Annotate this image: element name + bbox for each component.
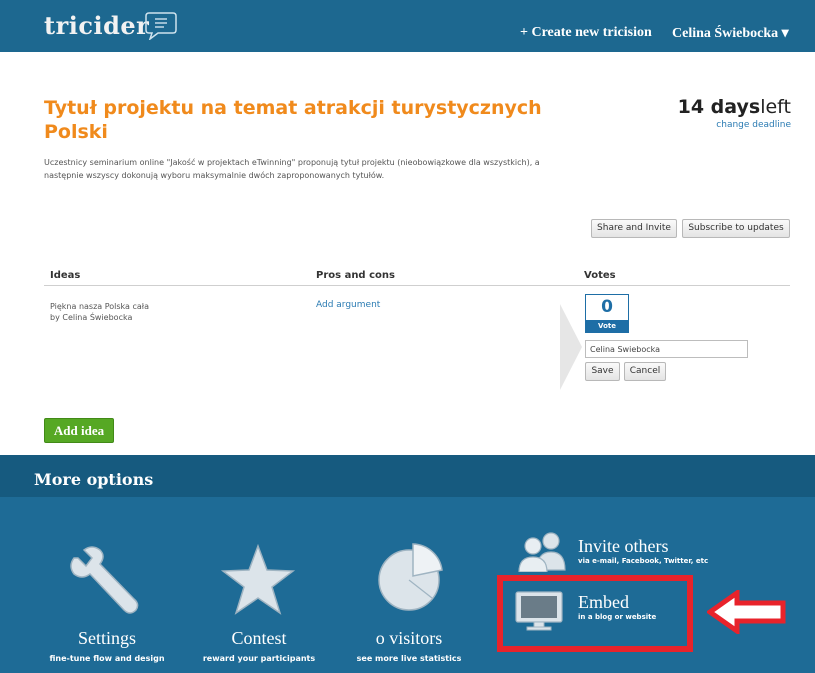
highlight-box	[497, 575, 693, 652]
vote-button[interactable]: 0 Vote	[585, 294, 629, 333]
logo[interactable]: tricider	[44, 11, 149, 40]
days-suffix: left	[760, 96, 791, 118]
cancel-button[interactable]: Cancel	[624, 362, 666, 381]
invite-subtext: via e-mail, Facebook, Twitter, etc	[578, 557, 709, 565]
user-menu[interactable]: Celina Świebocka ▾	[672, 25, 789, 42]
contest-option[interactable]: Contest	[196, 628, 322, 649]
row-pointer-icon	[560, 304, 582, 390]
ideas-header: Ideas	[50, 270, 81, 281]
description: Uczestnicy seminarium online "Jakość w p…	[44, 158, 540, 180]
add-argument-link[interactable]: Add argument	[316, 300, 380, 310]
days-number: 14 days	[677, 96, 761, 118]
voter-name-input[interactable]	[585, 340, 748, 358]
speech-bubble-icon	[145, 12, 177, 40]
settings-subtext: fine-tune flow and design	[49, 654, 165, 663]
create-tricision-link[interactable]: + Create new tricision	[520, 25, 652, 41]
visitors-option[interactable]: o visitors	[346, 628, 472, 649]
star-icon[interactable]	[220, 544, 296, 616]
add-idea-button[interactable]: Add idea	[44, 418, 114, 443]
red-arrow-icon	[707, 590, 786, 634]
pie-chart-icon[interactable]	[372, 540, 446, 614]
visitors-subtext: see more live statistics	[356, 654, 462, 663]
wrench-icon[interactable]	[64, 544, 148, 620]
idea-author: by Celina Świebocka	[50, 313, 133, 322]
votes-header: Votes	[584, 270, 616, 281]
vote-count: 0	[601, 297, 613, 317]
vote-label: Vote	[586, 320, 628, 332]
more-options-title: More options	[34, 470, 154, 489]
header-divider	[44, 285, 790, 286]
people-icon[interactable]	[515, 530, 571, 572]
share-invite-button[interactable]: Share and Invite	[591, 219, 677, 238]
change-deadline-link[interactable]: change deadline	[716, 120, 791, 130]
save-button[interactable]: Save	[585, 362, 620, 381]
pros-cons-header: Pros and cons	[316, 270, 395, 281]
days-left: 14 daysleft	[678, 96, 791, 118]
settings-option[interactable]: Settings	[44, 628, 170, 649]
invite-others-option[interactable]: Invite others	[578, 536, 668, 557]
idea-title: Piękna nasza Polska cała	[50, 302, 149, 311]
subscribe-button[interactable]: Subscribe to updates	[682, 219, 790, 238]
contest-subtext: reward your participants	[202, 654, 316, 663]
page-title: Tytuł projektu na temat atrakcji turysty…	[44, 97, 542, 143]
